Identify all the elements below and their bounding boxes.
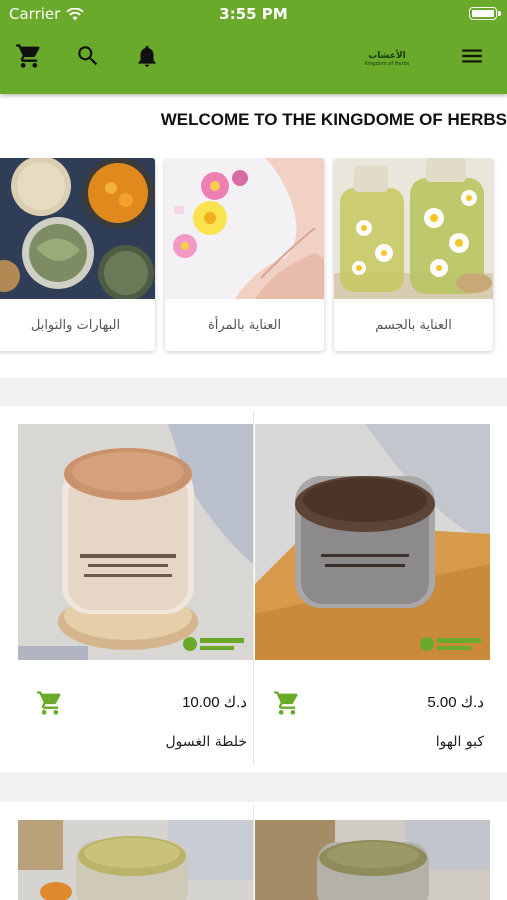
- product-name: كبو الهوا: [435, 734, 484, 750]
- product-card[interactable]: 10.00 د.ك خلطة الغسول: [18, 406, 253, 766]
- search-icon[interactable]: [72, 40, 104, 72]
- category-label-spices: البهارات والتوابل: [30, 317, 121, 333]
- add-to-cart-icon[interactable]: [272, 688, 302, 718]
- product-card[interactable]: [255, 802, 490, 900]
- category-card-women-care[interactable]: العناية بالمرأة: [165, 158, 324, 351]
- category-image-body-care: [334, 158, 493, 299]
- product-card[interactable]: [18, 802, 253, 900]
- category-label-women-care: العناية بالمرأة: [207, 317, 282, 333]
- price-row: 10.00 د.ك: [18, 688, 253, 718]
- grid-divider: [253, 806, 254, 900]
- category-card-body-care[interactable]: العناية بالجسم: [334, 158, 493, 351]
- welcome-heading: WELCOME TO THE KINGDOME OF HERBS: [160, 110, 507, 129]
- app-bar: Carrier 3:55 PM الأعشاب Kingdom of Herbs: [0, 0, 507, 94]
- toolbar: الأعشاب Kingdom of Herbs: [0, 28, 507, 94]
- brand-logo: الأعشاب Kingdom of Herbs: [352, 48, 422, 70]
- product-card[interactable]: 5.00 د.ك كبو الهوا: [255, 406, 490, 766]
- battery-icon: [469, 7, 497, 20]
- category-card-spices[interactable]: البهارات والتوابل: [0, 158, 155, 351]
- category-carousel[interactable]: البهارات والتوابل العناية بالمرأة العناي…: [0, 158, 507, 358]
- add-to-cart-icon[interactable]: [35, 688, 65, 718]
- logo-english: Kingdom of Herbs: [364, 61, 410, 67]
- product-price: 5.00 د.ك: [427, 694, 484, 711]
- section-divider: [0, 772, 507, 802]
- battery-tip: [498, 11, 501, 16]
- product-price: 10.00 د.ك: [182, 694, 247, 711]
- grid-divider: [253, 410, 254, 766]
- product-image: [18, 424, 253, 660]
- status-bar: Carrier 3:55 PM: [0, 0, 507, 28]
- menu-icon[interactable]: [456, 40, 488, 72]
- price-row: 5.00 د.ك: [255, 688, 490, 718]
- category-image-women-care: [165, 158, 324, 299]
- bell-icon[interactable]: [131, 40, 163, 72]
- product-image: [18, 820, 253, 900]
- section-divider: [0, 378, 507, 406]
- clock: 3:55 PM: [219, 5, 288, 23]
- product-name: خلطة الغسول: [165, 734, 247, 750]
- category-label-body-care: العناية بالجسم: [375, 317, 452, 333]
- product-image: [255, 820, 490, 900]
- cart-icon[interactable]: [13, 40, 45, 72]
- product-image: [255, 424, 490, 660]
- category-image-spices: [0, 158, 155, 299]
- logo-arabic: الأعشاب: [368, 51, 406, 61]
